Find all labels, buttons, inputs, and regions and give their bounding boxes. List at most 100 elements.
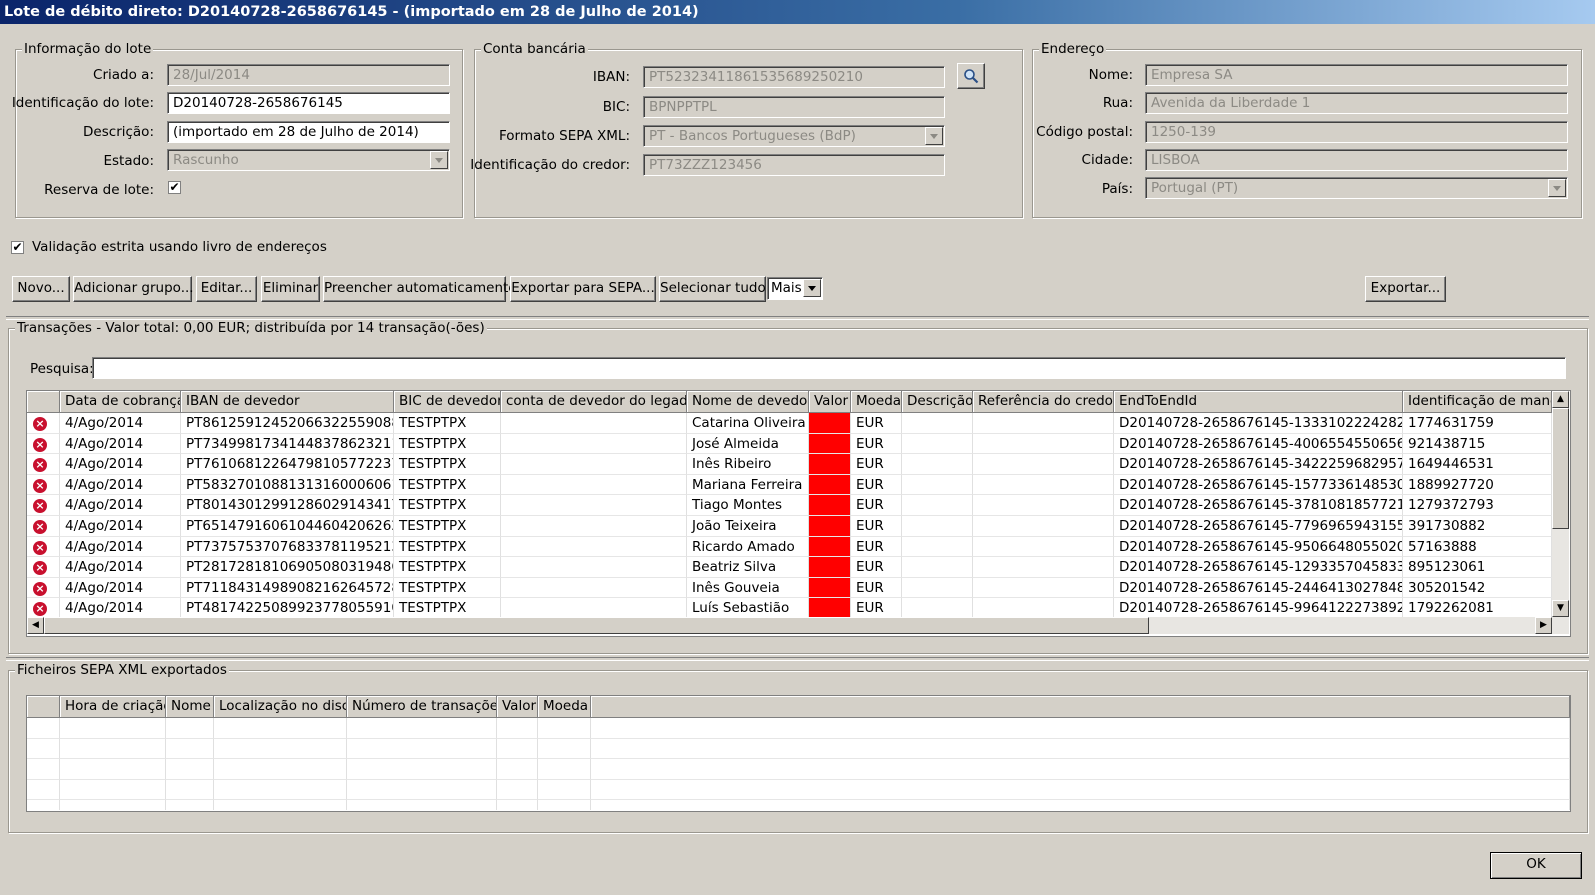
transactions-table: Data de cobrança IBAN de devedor BIC de … <box>26 390 1571 637</box>
table-row[interactable]: × 4/Ago/2014 PT65147916061044604206262 TEST… <box>27 516 1552 537</box>
autofill-button[interactable]: Preencher automaticamente <box>323 276 517 302</box>
cell-debtor-name: Ricardo Amado <box>687 536 809 558</box>
postal-code-field[interactable]: 1250-139 <box>1145 121 1568 143</box>
cell-date: 4/Ago/2014 <box>60 577 181 599</box>
col-currency[interactable]: Moeda <box>538 696 591 718</box>
cell-debtor-name: Beatriz Silva <box>687 557 809 578</box>
col-name[interactable]: Nome <box>166 696 214 718</box>
col-status[interactable] <box>27 391 60 413</box>
chevron-down-icon <box>430 151 448 169</box>
delete-button[interactable]: Eliminar <box>261 276 320 302</box>
cell-creditor-ref <box>973 516 1114 537</box>
empty-cell <box>27 759 60 780</box>
export-button[interactable]: Exportar... <box>1365 276 1446 302</box>
batch-id-field[interactable]: D20140728-2658676145 <box>167 92 450 114</box>
col-created-time[interactable]: Hora de criação <box>60 696 166 718</box>
col-status[interactable] <box>27 696 60 718</box>
col-amount[interactable]: Valor <box>497 696 538 718</box>
select-all-button[interactable]: Selecionar tudo <box>659 276 766 302</box>
cell-date: 4/Ago/2014 <box>60 536 181 558</box>
vertical-scrollbar[interactable]: ▲ ▼ <box>1552 391 1569 617</box>
empty-cell <box>538 779 591 801</box>
col-debtor-name[interactable]: Nome de devedor <box>687 391 809 413</box>
empty-cell <box>591 738 1570 760</box>
horizontal-scrollbar[interactable]: ◀ ▶ <box>27 617 1569 634</box>
table-row[interactable]: × 4/Ago/2014 PT48174225089923778055910 TEST… <box>27 598 1552 617</box>
table-row[interactable]: × 4/Ago/2014 PT73757537076833781195213 TEST… <box>27 536 1552 558</box>
empty-cell <box>166 759 214 780</box>
ok-button[interactable]: OK <box>1490 852 1582 879</box>
col-disk-location[interactable]: Localização no disco <box>214 696 347 718</box>
cell-amount <box>809 516 851 537</box>
reserve-checkbox[interactable]: ✔ <box>168 181 181 194</box>
state-select[interactable]: Rascunho <box>167 149 450 171</box>
col-filler <box>591 696 1570 718</box>
cell-bic: TESTPTPX <box>394 557 501 578</box>
table-row[interactable]: × 4/Ago/2014 PT58327010881313160006061 TEST… <box>27 474 1552 496</box>
cell-legacy-account <box>501 557 687 578</box>
scroll-left-button[interactable]: ◀ <box>27 617 44 634</box>
add-group-button[interactable]: Adicionar grupo... <box>73 276 194 302</box>
col-endtoend-id[interactable]: EndToEndId <box>1114 391 1403 413</box>
description-field[interactable]: (importado em 28 de Julho de 2014) <box>167 121 450 143</box>
iban-field[interactable]: PT52323411861535689250210 <box>643 66 945 88</box>
cell-iban: PT48174225089923778055910 <box>181 598 394 617</box>
new-button[interactable]: Novo... <box>12 276 70 302</box>
col-legacy-account[interactable]: conta de devedor do legado <box>501 391 687 413</box>
export-sepa-button[interactable]: Exportar para SEPA... <box>510 276 656 302</box>
col-bic[interactable]: BIC de devedor <box>394 391 501 413</box>
more-select[interactable]: Mais <box>767 277 823 300</box>
search-icon <box>964 69 979 84</box>
cell-debtor-name: Inês Gouveia <box>687 577 809 599</box>
table-row[interactable]: × 4/Ago/2014 PT76106812264798105772237 TEST… <box>27 454 1552 475</box>
h-scroll-thumb[interactable] <box>44 617 1149 634</box>
scroll-up-button[interactable]: ▲ <box>1552 391 1569 408</box>
country-select[interactable]: Portugal (PT) <box>1145 177 1568 199</box>
col-creditor-ref[interactable]: Referência do credor <box>973 391 1114 413</box>
cell-legacy-account <box>501 598 687 617</box>
name-field[interactable]: Empresa SA <box>1145 64 1568 86</box>
iban-search-button[interactable] <box>957 63 985 89</box>
table-row[interactable]: × 4/Ago/2014 PT71184314989082162645728 TEST… <box>27 577 1552 599</box>
table-row[interactable]: × 4/Ago/2014 PT86125912452066322559088 TEST… <box>27 413 1552 434</box>
col-description[interactable]: Descrição <box>902 391 973 413</box>
street-field[interactable]: Avenida da Liberdade 1 <box>1145 92 1568 114</box>
edit-button[interactable]: Editar... <box>196 276 257 302</box>
empty-cell <box>60 738 166 760</box>
table-row[interactable]: × 4/Ago/2014 PT73499817341448378623211 TEST… <box>27 433 1552 455</box>
strict-validation-checkbox[interactable]: ✔ <box>11 241 24 254</box>
cell-creditor-ref <box>973 474 1114 496</box>
table-row[interactable]: × 4/Ago/2014 PT28172818106905080319486 TEST… <box>27 557 1552 578</box>
col-transaction-count[interactable]: Número de transações <box>347 696 497 718</box>
search-input[interactable] <box>92 357 1566 379</box>
city-field[interactable]: LISBOA <box>1145 149 1568 171</box>
col-currency[interactable]: Moeda <box>851 391 902 413</box>
col-iban[interactable]: IBAN de devedor <box>181 391 394 413</box>
cell-debtor-name: Inês Ribeiro <box>687 454 809 475</box>
bank-account-legend: Conta bancária <box>481 41 588 57</box>
scroll-down-button[interactable]: ▼ <box>1552 600 1569 617</box>
empty-cell <box>347 779 497 801</box>
cell-date: 4/Ago/2014 <box>60 557 181 578</box>
table-row[interactable]: × 4/Ago/2014 PT80143012991286029143417 TEST… <box>27 495 1552 516</box>
scroll-right-button[interactable]: ▶ <box>1535 617 1552 634</box>
cell-currency: EUR <box>851 516 902 537</box>
created-field[interactable]: 28/Jul/2014 <box>167 64 450 86</box>
cell-status: × <box>27 495 60 516</box>
bic-field[interactable]: BPNPPTPL <box>643 96 945 118</box>
cell-currency: EUR <box>851 536 902 558</box>
batch-id-label: Identificação do lote: <box>11 95 154 111</box>
chevron-down-icon <box>925 127 943 145</box>
cell-status: × <box>27 474 60 496</box>
created-label: Criado a: <box>93 67 154 83</box>
transactions-header: Data de cobrança IBAN de devedor BIC de … <box>27 391 1552 413</box>
col-date[interactable]: Data de cobrança <box>60 391 181 413</box>
col-mandate-id[interactable]: Identificação de manda <box>1403 391 1552 413</box>
creditor-id-field[interactable]: PT73ZZZ123456 <box>643 154 945 176</box>
cell-endtoend-id: D20140728-2658676145-95066480550201 <box>1114 536 1403 558</box>
scroll-thumb[interactable] <box>1552 408 1569 529</box>
col-amount[interactable]: Valor <box>809 391 851 413</box>
cell-endtoend-id: D20140728-2658676145-24464130278481 <box>1114 577 1403 599</box>
sepa-format-select[interactable]: PT - Bancos Portugueses (BdP) <box>643 125 945 147</box>
cell-mandate-id: 921438715 <box>1403 433 1552 455</box>
